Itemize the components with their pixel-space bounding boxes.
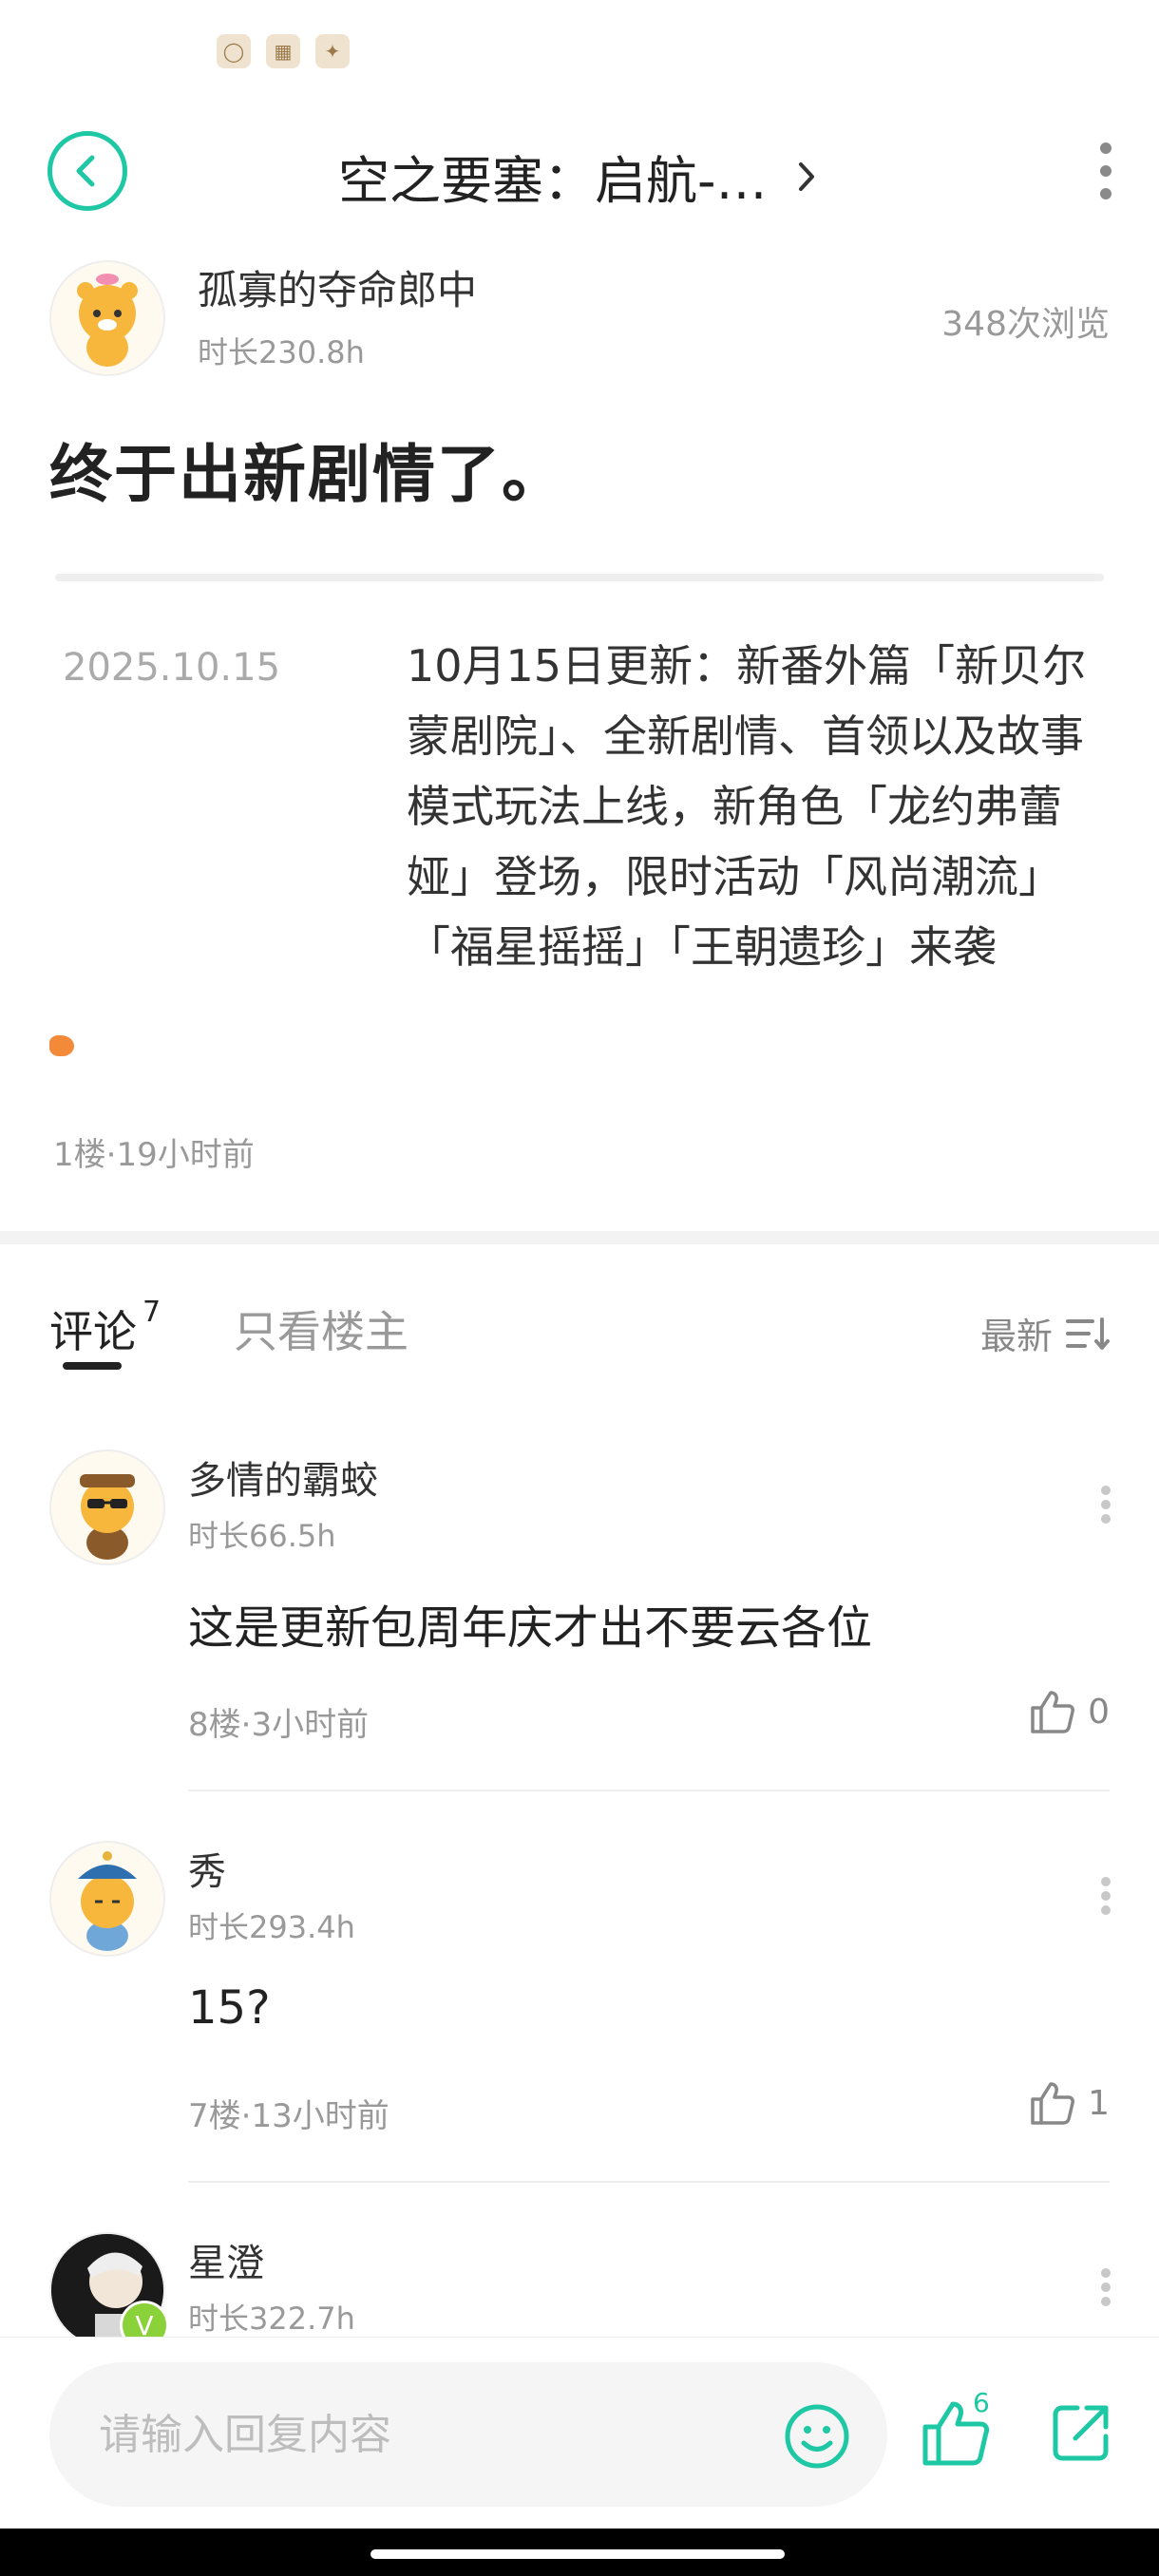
post-title: 终于出新剧情了。 [49,438,566,511]
dot [1101,2268,1111,2278]
divider [55,574,1104,581]
dot [1101,1891,1111,1901]
tab-owner-only[interactable]: 只看楼主 [234,1297,408,1360]
update-description: 10月15日更新：新番外篇「新贝尔蒙剧院」、全新剧情、首领以及故事模式玩法上线，… [407,640,1087,973]
dot [1101,2282,1111,2292]
share-icon [1053,2405,1109,2461]
more-options-button[interactable] [1096,142,1115,199]
decoration-icon [49,1035,74,1056]
sort-button[interactable]: 最新 [980,1307,1110,1359]
comment-body: 15? [188,1981,271,2035]
back-arrow-icon [76,155,95,187]
dot [1101,1500,1111,1509]
dot [1100,188,1112,199]
comment-count-badge: 7 [142,1296,162,1329]
dot [1100,142,1112,154]
dot [1101,1877,1111,1886]
emoji-button[interactable] [783,2402,851,2471]
author-name[interactable]: 孤寡的夺命郎中 [198,258,477,316]
top-bar: 空之要塞：启航-… [0,122,1159,220]
author-play-time: 时长230.8h [198,334,365,370]
share-button[interactable] [1047,2398,1115,2467]
update-date: 2025.10.15 [63,646,281,690]
page-title: 空之要塞：启航-… [338,151,768,211]
comment-floor-meta: 8楼·3小时前 [188,1706,370,1744]
dot [1100,165,1112,177]
post-like-count: 6 [973,2387,990,2418]
reply-input[interactable] [49,2362,887,2507]
commenter-play-time: 时长322.7h [188,2301,355,2337]
post-detail-page: ◯ ▦ ✦ 空之要塞：启航-… 孤寡的夺命郎中 时长230.8h 348次浏览 … [0,0,1159,2576]
sort-icon [1066,1316,1110,1350]
tiger-sunglasses-avatar-icon [51,1451,163,1563]
commenter-name[interactable]: 秀 [188,1841,226,1896]
thumbs-up-icon [1031,1691,1075,1733]
comment-more-button[interactable] [1096,1486,1115,1524]
home-indicator[interactable] [370,2549,785,2559]
like-count: 1 [1088,2083,1110,2123]
tiger-avatar-icon [51,262,163,374]
commenter-play-time: 时长66.5h [188,1518,336,1554]
comment-more-button[interactable] [1096,1877,1115,1915]
system-nav-bar [0,2529,1159,2576]
comment-floor-meta: 7楼·13小时前 [188,2097,390,2135]
comment-like-button[interactable]: 1 [1029,2080,1110,2126]
game-title-link[interactable]: 空之要塞：启航-… [338,139,817,214]
author-avatar[interactable] [49,260,165,376]
comment-more-button[interactable] [1096,2268,1115,2306]
divider [188,2181,1110,2183]
like-count: 0 [1088,1692,1110,1732]
thumbs-up-icon [1031,2082,1075,2125]
active-tab-indicator [63,1362,122,1370]
lightbulb-icon: ◯ [217,34,251,68]
dot [1101,1905,1111,1915]
sparkle-icon: ✦ [315,34,350,68]
commenter-avatar[interactable] [49,1449,165,1565]
reply-bar: 6 [0,2337,1159,2529]
commenter-name[interactable]: 星澄 [188,2232,264,2287]
commenter-avatar[interactable] [49,1841,165,1957]
chevron-right-icon [796,161,817,193]
commenter-play-time: 时长293.4h [188,1909,355,1945]
tab-comments[interactable]: 评论 [49,1297,137,1360]
dot [1101,1486,1111,1495]
comment-like-button[interactable]: 0 [1029,1689,1110,1734]
emoji-icon [785,2404,849,2469]
section-separator [0,1231,1159,1244]
status-bar-icons: ◯ ▦ ✦ [217,34,350,68]
post-floor-meta: 1楼·19小时前 [53,1136,255,1174]
view-count: 348次浏览 [941,305,1110,344]
divider [188,1790,1110,1791]
commenter-name[interactable]: 多情的霸蛟 [188,1449,378,1505]
dot [1101,1514,1111,1524]
dot [1101,2297,1111,2306]
comment-body: 这是更新包周年庆才出不要云各位 [188,1601,873,1655]
back-button[interactable] [48,131,127,211]
calendar-icon: ▦ [266,34,300,68]
tiger-hat-avatar-icon [51,1843,163,1955]
sort-label: 最新 [979,1316,1053,1357]
